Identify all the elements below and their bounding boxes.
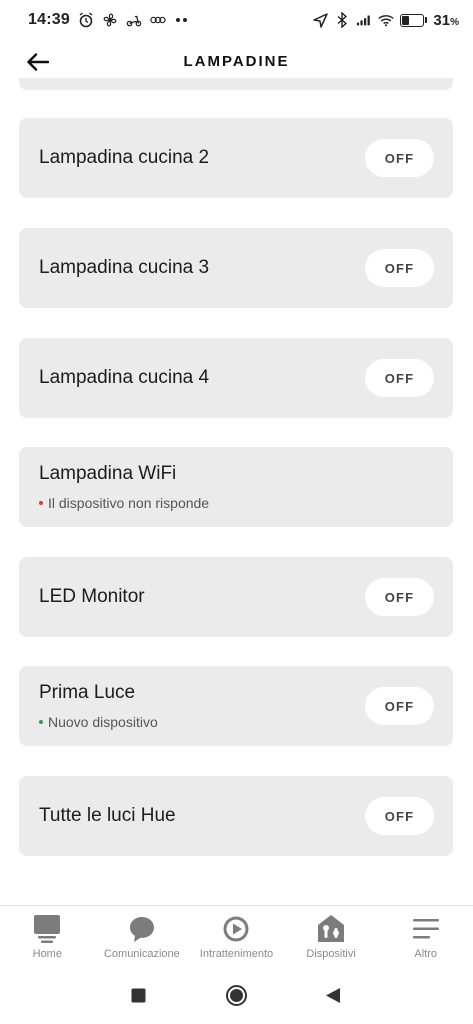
device-status-text: Il dispositivo non risponde <box>48 495 210 511</box>
status-time: 14:39 <box>28 11 70 28</box>
device-name: Tutte le luci Hue <box>39 805 176 826</box>
chat-bubble-icon <box>127 914 157 944</box>
nav-label: Home <box>32 948 62 960</box>
power-toggle-button[interactable]: OFF <box>365 797 434 835</box>
menu-lines-icon <box>411 914 441 944</box>
status-dot-icon <box>39 720 43 724</box>
power-toggle-button[interactable]: OFF <box>365 359 434 397</box>
status-dot-icon <box>39 501 43 505</box>
bluetooth-icon <box>334 12 350 28</box>
nav-label: Intrattenimento <box>199 948 274 960</box>
nav-comunicazione[interactable]: Comunicazione <box>95 906 190 967</box>
nav-dispositivi[interactable]: Dispositivi <box>284 906 379 967</box>
power-toggle-button[interactable]: OFF <box>365 249 434 287</box>
app-header: LAMPADINE <box>0 40 473 82</box>
back-button[interactable] <box>22 46 54 78</box>
location-arrow-icon <box>312 12 328 28</box>
status-bar: 14:39 31% <box>0 0 473 40</box>
status-left: 14:39 <box>28 11 190 29</box>
devices-house-icon <box>316 914 346 944</box>
alarm-icon <box>78 12 94 28</box>
power-toggle-button[interactable]: OFF <box>365 687 434 725</box>
device-status: Il dispositivo non risponde <box>39 495 209 511</box>
device-name: Prima Luce <box>39 682 136 703</box>
system-nav-bar <box>0 967 473 1024</box>
glasses-icon <box>150 12 166 28</box>
device-card[interactable]: Prima Luce Nuovo dispositivo OFF <box>19 666 453 746</box>
power-toggle-button[interactable]: OFF <box>365 578 434 616</box>
device-card[interactable]: Lampadina cucina 3 OFF <box>19 228 453 308</box>
wifi-icon <box>378 12 395 28</box>
page-title: LAMPADINE <box>183 52 290 70</box>
battery-icon <box>400 13 428 27</box>
device-card[interactable]: Tutte le luci Hue OFF <box>19 776 453 856</box>
power-toggle-button[interactable]: OFF <box>365 139 434 177</box>
device-name: LED Monitor <box>39 586 145 607</box>
status-right: 31% <box>312 12 459 29</box>
device-text: LED Monitor <box>39 586 145 608</box>
more-dots-icon <box>174 12 190 28</box>
home-circle-icon[interactable] <box>225 984 248 1007</box>
device-card[interactable]: LED Monitor OFF <box>19 557 453 637</box>
nav-label: Dispositivi <box>306 948 356 960</box>
fan-icon <box>102 12 118 28</box>
device-text: Lampadina cucina 2 <box>39 147 209 169</box>
partial-device-card[interactable] <box>19 78 453 90</box>
recents-square-icon[interactable] <box>130 987 146 1003</box>
device-name: Lampadina WiFi <box>39 463 177 484</box>
nav-intrattenimento[interactable]: Intrattenimento <box>189 906 284 967</box>
device-card[interactable]: Lampadina cucina 2 OFF <box>19 118 453 198</box>
device-text: Lampadina cucina 3 <box>39 257 209 279</box>
nav-label: Altro <box>414 948 437 960</box>
play-icon <box>221 914 251 944</box>
nav-label: Comunicazione <box>103 948 180 960</box>
device-text: Lampadina cucina 4 <box>39 367 209 389</box>
signal-icon <box>356 12 372 28</box>
home-icon <box>32 914 62 944</box>
device-text: Lampadina WiFi Il dispositivo non rispon… <box>39 463 209 511</box>
device-name: Lampadina cucina 3 <box>39 257 210 278</box>
scooter-icon <box>126 12 142 28</box>
device-name: Lampadina cucina 2 <box>39 147 210 168</box>
nav-home[interactable]: Home <box>0 906 95 967</box>
device-text: Tutte le luci Hue <box>39 805 176 827</box>
device-name: Lampadina cucina 4 <box>39 367 210 388</box>
arrow-left-icon <box>27 53 49 71</box>
device-card[interactable]: Lampadina cucina 4 OFF <box>19 338 453 418</box>
device-status-text: Nuovo dispositivo <box>48 714 158 730</box>
device-text: Prima Luce Nuovo dispositivo <box>39 682 158 730</box>
bottom-nav: Home Comunicazione Intrattenimento Dispo… <box>0 905 473 967</box>
device-card[interactable]: Lampadina WiFi Il dispositivo non rispon… <box>19 447 453 527</box>
device-status: Nuovo dispositivo <box>39 714 158 730</box>
back-triangle-icon[interactable] <box>324 986 342 1004</box>
nav-altro[interactable]: Altro <box>378 906 473 967</box>
battery-percentage: 31% <box>433 11 459 29</box>
